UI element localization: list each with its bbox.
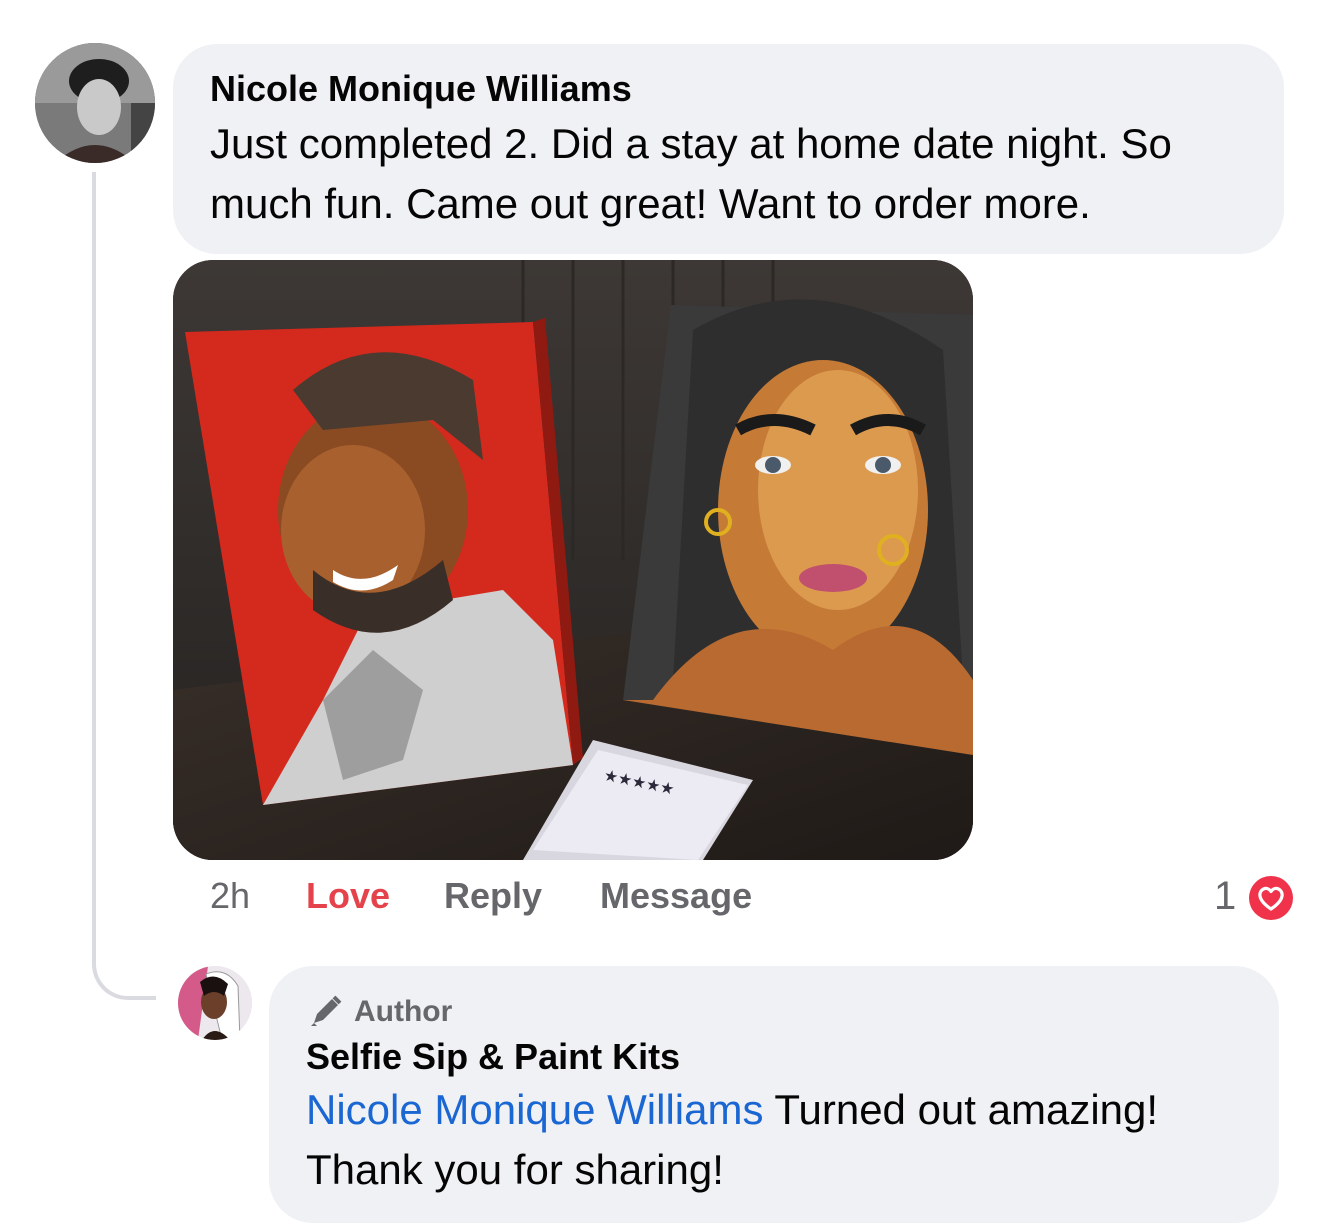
reply-text: Nicole Monique Williams Turned out amazi… xyxy=(306,1080,1243,1200)
comment-text: Just completed 2. Did a stay at home dat… xyxy=(210,120,1172,227)
comment-photo[interactable]: ★★★★★ xyxy=(173,260,973,860)
message-button[interactable]: Message xyxy=(600,875,752,917)
mention-link[interactable]: Nicole Monique Williams xyxy=(306,1086,763,1133)
reply-author-name[interactable]: Selfie Sip & Paint Kits xyxy=(306,1036,1243,1078)
page-author-avatar[interactable] xyxy=(178,966,252,1040)
reply-bubble: Author Selfie Sip & Paint Kits Nicole Mo… xyxy=(269,966,1279,1223)
reaction-count[interactable]: 1 xyxy=(1214,874,1236,919)
page-author-avatar-image xyxy=(178,966,252,1040)
heart-icon xyxy=(1249,876,1293,920)
comment-author-name[interactable]: Nicole Monique Williams xyxy=(210,68,1248,110)
painted-portraits-photo: ★★★★★ xyxy=(173,260,973,860)
pencil-icon xyxy=(311,995,342,1026)
author-badge-label: Author xyxy=(354,995,453,1028)
author-badge: Author xyxy=(306,992,1243,1032)
reply-button[interactable]: Reply xyxy=(444,875,542,917)
love-button[interactable]: Love xyxy=(306,875,390,917)
thread-connector-line xyxy=(92,172,156,1000)
comment-timestamp[interactable]: 2h xyxy=(210,875,250,917)
heart-reaction-badge[interactable] xyxy=(1245,872,1297,924)
comment-bubble: Nicole Monique Williams Just completed 2… xyxy=(173,44,1284,254)
commenter-avatar[interactable] xyxy=(35,43,155,163)
commenter-avatar-image xyxy=(35,43,155,163)
